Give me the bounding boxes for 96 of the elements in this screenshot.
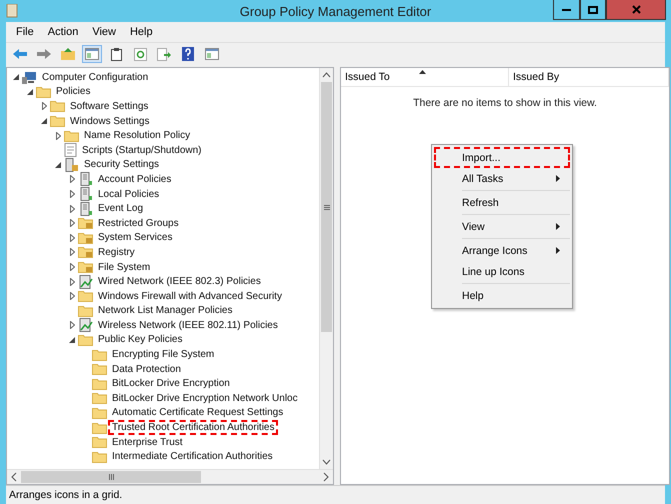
tree-item[interactable]: Wired Network (IEEE 802.3) Policies	[94, 274, 265, 290]
tree-item[interactable]: Automatic Certificate Request Settings	[108, 405, 288, 420]
collapse-icon[interactable]	[27, 88, 33, 95]
folder-icon	[64, 130, 79, 142]
tree-item[interactable]: Data Protection	[108, 362, 185, 377]
tree-item[interactable]: Account Policies	[94, 172, 176, 187]
folder-icon	[78, 304, 93, 317]
app-icon	[6, 4, 18, 18]
minimize-button[interactable]	[553, 0, 580, 20]
back-arrow-icon	[13, 49, 27, 59]
computer-icon	[22, 70, 37, 84]
clipboard-icon	[110, 48, 122, 60]
menu-item[interactable]: Help	[434, 285, 570, 306]
tree-item[interactable]: Scripts (Startup/Shutdown)	[78, 142, 206, 158]
tree-item[interactable]: File System	[94, 260, 154, 275]
folder-icon	[92, 436, 107, 448]
collapse-icon[interactable]	[13, 74, 19, 80]
folder-icon	[78, 290, 93, 302]
locked-folder-icon	[78, 232, 93, 244]
tree-item[interactable]: Intermediate Certification Authorities	[108, 449, 277, 464]
tree-item[interactable]: BitLocker Drive Encryption Network Unloc	[108, 390, 302, 406]
folder-icon	[36, 86, 51, 98]
tree-item[interactable]: Restricted Groups	[94, 216, 183, 231]
window-title: Group Policy Management Editor	[240, 4, 432, 18]
grip-icon	[108, 474, 114, 480]
collapse-icon[interactable]	[55, 162, 61, 168]
empty-message: There are no items to show in this view.	[412, 97, 598, 109]
folder-icon	[92, 406, 107, 419]
horizontal-scrollbar[interactable]	[7, 469, 333, 484]
server-icon	[78, 172, 93, 186]
folder-icon	[50, 115, 65, 128]
tree-item[interactable]: Event Log	[94, 201, 148, 216]
folder-icon	[92, 363, 107, 376]
tree-item[interactable]: Network List Manager Policies	[94, 303, 236, 318]
maximize-button[interactable]	[580, 0, 606, 20]
menu-item[interactable]: Refresh	[434, 192, 570, 213]
server-lock-icon	[64, 158, 79, 172]
tree-item[interactable]: Wireless Network (IEEE 802.11) Policies	[94, 318, 282, 333]
menu-item[interactable]: Import...	[434, 147, 570, 168]
network-icon	[78, 274, 93, 289]
folder-icon	[92, 422, 107, 434]
tree-item[interactable]: Trusted Root Certification Authorities	[108, 420, 278, 436]
minimize-icon	[562, 8, 571, 11]
tree-item[interactable]: Windows Settings	[66, 114, 154, 129]
tree-item[interactable]: Enterprise Trust	[108, 434, 187, 450]
server-icon	[78, 187, 93, 202]
vertical-scrollbar[interactable]	[319, 68, 333, 469]
close-icon	[632, 5, 640, 14]
menu-item[interactable]: View	[434, 216, 570, 237]
menu-item[interactable]: Help	[124, 25, 159, 39]
folder-icon	[92, 450, 107, 463]
folder-icon	[92, 348, 107, 361]
tree-item[interactable]: Local Policies	[94, 186, 164, 202]
tree-item[interactable]: Public Key Policies	[94, 332, 186, 348]
locked-folder-icon	[78, 261, 93, 274]
pane-icon	[205, 48, 219, 60]
refresh-icon	[134, 48, 146, 60]
grip-icon	[324, 204, 330, 210]
tree-item[interactable]: Computer Configuration	[38, 70, 152, 85]
export-list-icon	[157, 48, 171, 60]
menu-item[interactable]: Action	[42, 25, 84, 39]
tree-item[interactable]: Name Resolution Policy	[80, 128, 194, 144]
menu-item[interactable]: Arrange Icons	[434, 240, 570, 261]
menu-item[interactable]: View	[86, 25, 122, 39]
expand-icon[interactable]	[42, 102, 46, 110]
tree-item[interactable]: Windows Firewall with Advanced Security	[94, 288, 286, 304]
forward-arrow-icon	[37, 49, 51, 59]
network-icon	[78, 318, 93, 332]
collapse-icon[interactable]	[69, 336, 75, 343]
expand-icon[interactable]	[70, 321, 74, 330]
menu-item[interactable]: All Tasks	[434, 168, 570, 189]
pane-icon	[85, 48, 99, 60]
expand-icon[interactable]	[56, 132, 60, 140]
tree-item[interactable]: System Services	[94, 230, 176, 246]
status-text: Arranges icons in a grid.	[9, 489, 122, 501]
tree-item[interactable]: Policies	[52, 84, 94, 100]
tree-item[interactable]: Encrypting File System	[108, 347, 218, 362]
menu-item[interactable]: Line up Icons	[434, 261, 570, 282]
tree-item[interactable]: Software Settings	[66, 98, 152, 114]
menu-item[interactable]: File	[10, 25, 40, 39]
tree-item[interactable]: Security Settings	[80, 157, 164, 172]
server-icon	[78, 202, 93, 216]
close-button[interactable]	[606, 0, 666, 20]
collapse-icon[interactable]	[41, 118, 47, 124]
folder-icon	[92, 392, 107, 404]
folder-up-icon	[61, 48, 75, 60]
help-icon	[182, 47, 194, 61]
document-icon	[64, 143, 77, 158]
tree-item[interactable]: Registry	[94, 244, 139, 260]
folder-icon	[78, 334, 93, 346]
folder-icon	[50, 100, 65, 112]
locked-folder-icon	[78, 217, 93, 230]
folder-icon	[92, 378, 107, 390]
locked-folder-icon	[78, 246, 93, 258]
maximize-icon	[588, 6, 598, 14]
tree-item[interactable]: BitLocker Drive Encryption	[108, 376, 234, 392]
